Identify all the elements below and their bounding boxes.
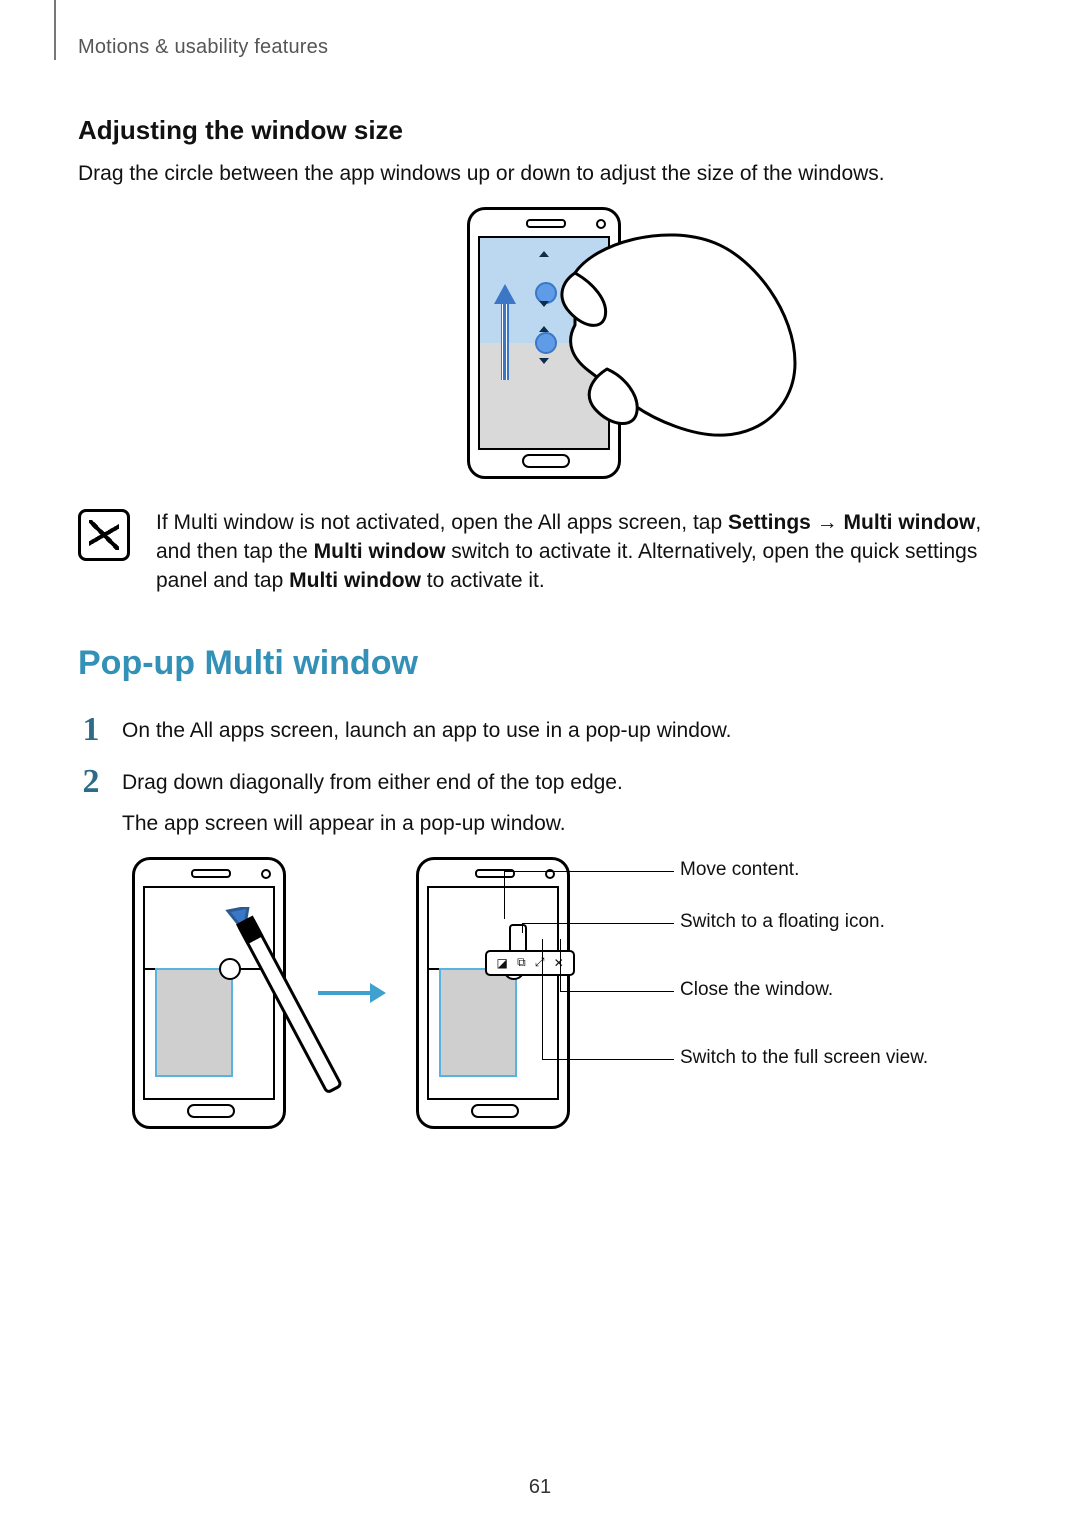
step-1: 1 On the All apps screen, launch an app … [78, 713, 1010, 747]
callout-close-window: Close the window. [680, 979, 833, 1001]
move-content-icon: ◪ [497, 956, 508, 970]
page: Motions & usability features Adjusting t… [0, 0, 1080, 1527]
callout-fullscreen: Switch to the full screen view. [680, 1047, 928, 1069]
paragraph-adjust-size: Drag the circle between the app windows … [78, 160, 1010, 189]
step-2-text: Drag down diagonally from either end of … [122, 765, 623, 839]
step-1-text: On the All apps screen, launch an app to… [122, 713, 731, 746]
figure-popup-window: ◪ ⧉ ⤢ ✕ Move content. Switch to a floati… [132, 857, 1010, 1129]
note-block: If Multi window is not activated, open t… [78, 509, 1010, 596]
floating-icon: ⧉ [517, 955, 526, 970]
drag-tab-icon [509, 924, 527, 952]
callout-move-content: Move content. [680, 859, 799, 881]
callout-floating-icon: Switch to a floating icon. [680, 911, 885, 933]
fullscreen-icon: ⤢ [535, 955, 545, 970]
step-number: 2 [78, 765, 104, 799]
close-icon: ✕ [554, 956, 564, 970]
popup-toolbar: ◪ ⧉ ⤢ ✕ [485, 950, 575, 976]
phone-illustration [467, 207, 621, 479]
page-number: 61 [0, 1476, 1080, 1499]
note-text: If Multi window is not activated, open t… [156, 509, 1010, 596]
callout-group: Move content. Switch to a floating icon.… [600, 857, 1010, 1129]
up-arrow-icon [494, 284, 516, 380]
heading-popup-multi-window: Pop-up Multi window [78, 644, 1010, 683]
margin-rule [54, 0, 56, 60]
heading-adjusting-window-size: Adjusting the window size [78, 115, 1010, 146]
step-number: 1 [78, 713, 104, 747]
note-icon [78, 509, 130, 561]
figure-resize-windows [78, 207, 1010, 479]
running-header: Motions & usability features [78, 36, 1010, 59]
stylus-icon [224, 907, 354, 1137]
split-handle-icon [535, 332, 557, 354]
step-2: 2 Drag down diagonally from either end o… [78, 765, 1010, 839]
phone-illustration-right: ◪ ⧉ ⤢ ✕ [416, 857, 570, 1129]
